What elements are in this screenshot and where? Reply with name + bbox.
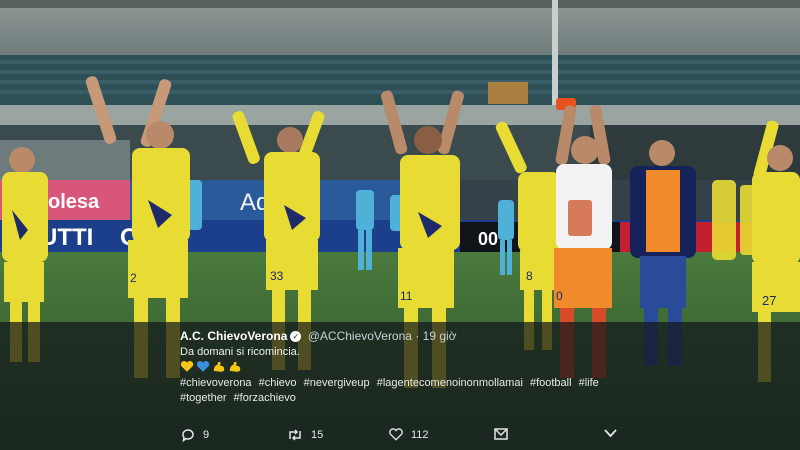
flexed-biceps-icon — [229, 361, 241, 372]
ad-text-right: 00 — [478, 229, 498, 249]
hashtag-link[interactable]: #chievoverona — [180, 377, 252, 389]
tweet-text: Da domani si ricomincia. — [180, 346, 300, 358]
display-name[interactable]: A.C. ChievoVerona — [180, 329, 287, 343]
hashtag-link[interactable]: #forzachievo — [234, 392, 296, 404]
hashtag-link[interactable]: #life — [579, 377, 599, 389]
chevron-down-icon — [604, 429, 617, 438]
heart-icon — [389, 428, 403, 441]
yellow-heart-icon — [180, 360, 194, 372]
jersey-number-3: 11 — [400, 289, 413, 303]
flexed-biceps-icon — [213, 361, 225, 372]
timestamp[interactable]: 19 giờ — [423, 329, 457, 343]
separator-dot: · — [415, 329, 420, 343]
hashtag-list: #chievoverona #chievo #nevergiveup #lage… — [180, 376, 610, 406]
like-count: 112 — [411, 428, 429, 441]
hashtag-link[interactable]: #chievo — [259, 377, 297, 389]
mail-icon — [494, 428, 508, 440]
jersey-number-1: 2 — [130, 271, 137, 285]
retweet-icon — [289, 429, 301, 441]
reply-button[interactable]: 9 — [181, 428, 209, 442]
like-button[interactable]: 112 — [389, 428, 429, 441]
verified-badge-icon: ✓ — [290, 331, 302, 342]
hashtag-link[interactable]: #together — [180, 392, 226, 404]
ad-text-left: olesa — [48, 191, 100, 213]
roof — [0, 0, 800, 55]
reply-count: 9 — [203, 429, 210, 441]
reply-icon — [182, 429, 194, 442]
hashtag-link[interactable]: #nevergiveup — [304, 377, 370, 389]
hashtag-link[interactable]: #lagentecomenoinonmollamai — [377, 377, 523, 389]
jersey-number-6: 27 — [762, 293, 776, 308]
hashtag-link[interactable]: #football — [530, 377, 572, 389]
more-options-button[interactable] — [604, 428, 617, 438]
direct-message-button[interactable] — [494, 428, 508, 440]
user-handle[interactable]: @ACChievoVerona — [308, 329, 412, 343]
retweet-button[interactable]: 15 — [287, 428, 323, 442]
jersey-number-2: 33 — [270, 269, 284, 283]
tweet-actions: 9 15 112 — [0, 420, 800, 450]
jersey-number-5: 0 — [556, 289, 563, 303]
jersey-number-4: 8 — [526, 269, 533, 283]
emoji-row — [180, 360, 242, 373]
retweet-count: 15 — [311, 429, 324, 441]
blue-heart-icon — [196, 360, 210, 372]
tweet-header: A.C. ChievoVerona ✓ @ACChievoVerona · 19 … — [180, 329, 457, 343]
